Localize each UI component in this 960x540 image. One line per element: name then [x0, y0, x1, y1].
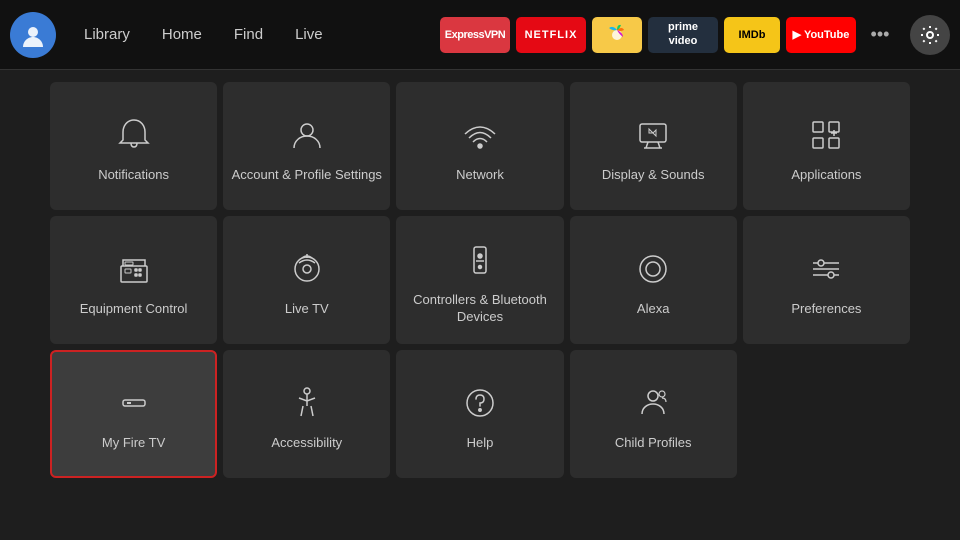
- child-profiles-icon: [631, 381, 675, 425]
- nav-library[interactable]: Library: [68, 18, 146, 51]
- tile-help[interactable]: Help: [396, 350, 563, 478]
- my-fire-tv-icon: [112, 381, 156, 425]
- nav-live[interactable]: Live: [279, 18, 339, 51]
- preferences-icon: [804, 247, 848, 291]
- tile-child-profiles[interactable]: Child Profiles: [570, 350, 737, 478]
- nav-links: Library Home Find Live: [68, 18, 339, 51]
- tile-preferences[interactable]: Preferences: [743, 216, 910, 344]
- equipment-control-label: Equipment Control: [80, 301, 188, 318]
- empty-cell: [743, 350, 910, 478]
- nav-home[interactable]: Home: [146, 18, 218, 51]
- tile-accessibility[interactable]: Accessibility: [223, 350, 390, 478]
- tile-notifications[interactable]: Notifications: [50, 82, 217, 210]
- controllers-bluetooth-label: Controllers & Bluetooth Devices: [404, 292, 555, 326]
- child-profiles-label: Child Profiles: [615, 435, 692, 452]
- tile-network[interactable]: Network: [396, 82, 563, 210]
- tile-equipment-control[interactable]: Equipment Control: [50, 216, 217, 344]
- network-label: Network: [456, 167, 504, 184]
- tile-display-sounds[interactable]: Display & Sounds: [570, 82, 737, 210]
- network-icon: [458, 113, 502, 157]
- help-label: Help: [467, 435, 494, 452]
- settings-row-1: Notifications Account & Profile Settings: [50, 82, 910, 210]
- app-prime-video[interactable]: primevideo: [648, 17, 718, 53]
- settings-row-2: Equipment Control Live TV: [50, 216, 910, 344]
- tile-account-profile[interactable]: Account & Profile Settings: [223, 82, 390, 210]
- alexa-label: Alexa: [637, 301, 670, 318]
- accessibility-label: Accessibility: [271, 435, 342, 452]
- app-imdb[interactable]: IMDb: [724, 17, 780, 53]
- settings-main: Notifications Account & Profile Settings: [0, 70, 960, 540]
- more-apps-button[interactable]: •••: [862, 17, 898, 53]
- settings-row-3: My Fire TV Accessibility: [50, 350, 910, 478]
- app-peacock[interactable]: [592, 17, 642, 53]
- user-avatar[interactable]: [10, 12, 56, 58]
- nav-apps: ExpressVPN NETFLIX primevideo IMDb ▶ You…: [440, 15, 950, 55]
- top-nav: Library Home Find Live ExpressVPN NETFLI…: [0, 0, 960, 70]
- controllers-bluetooth-icon: [458, 238, 502, 282]
- tile-controllers-bluetooth[interactable]: Controllers & Bluetooth Devices: [396, 216, 563, 344]
- applications-label: Applications: [791, 167, 861, 184]
- equipment-control-icon: [112, 247, 156, 291]
- tile-live-tv[interactable]: Live TV: [223, 216, 390, 344]
- app-youtube[interactable]: ▶ YouTube: [786, 17, 856, 53]
- tile-my-fire-tv[interactable]: My Fire TV: [50, 350, 217, 478]
- my-fire-tv-label: My Fire TV: [102, 435, 165, 452]
- notifications-label: Notifications: [98, 167, 169, 184]
- app-expressvpn[interactable]: ExpressVPN: [440, 17, 510, 53]
- live-tv-label: Live TV: [285, 301, 329, 318]
- tile-applications[interactable]: Applications: [743, 82, 910, 210]
- applications-icon: [804, 113, 848, 157]
- tile-alexa[interactable]: Alexa: [570, 216, 737, 344]
- settings-button[interactable]: [910, 15, 950, 55]
- accessibility-icon: [285, 381, 329, 425]
- display-sounds-label: Display & Sounds: [602, 167, 705, 184]
- nav-find[interactable]: Find: [218, 18, 279, 51]
- live-tv-icon: [285, 247, 329, 291]
- account-profile-label: Account & Profile Settings: [232, 167, 382, 184]
- alexa-icon: [631, 247, 675, 291]
- preferences-label: Preferences: [791, 301, 861, 318]
- app-netflix[interactable]: NETFLIX: [516, 17, 586, 53]
- notifications-icon: [112, 113, 156, 157]
- display-sounds-icon: [631, 113, 675, 157]
- help-icon: [458, 381, 502, 425]
- account-profile-icon: [285, 113, 329, 157]
